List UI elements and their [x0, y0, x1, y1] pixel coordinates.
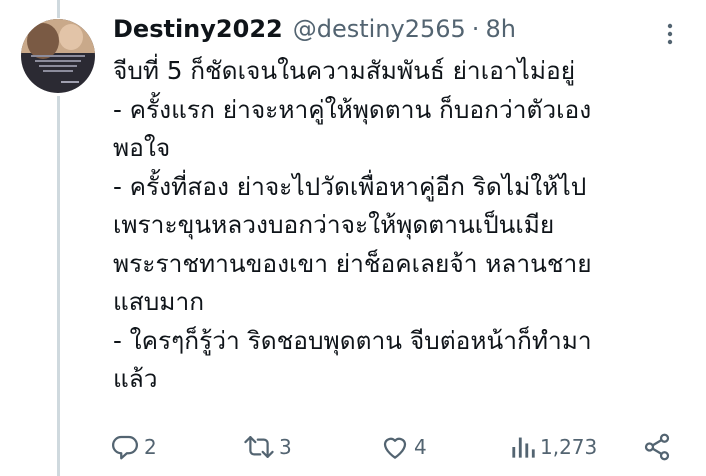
- reply-icon: [110, 432, 140, 462]
- tweet-text-line: พอใจ: [113, 133, 171, 162]
- more-vertical-icon: [667, 23, 673, 49]
- user-handle[interactable]: @destiny2565: [293, 15, 466, 43]
- like-button[interactable]: 4: [380, 430, 427, 464]
- like-count: 4: [414, 435, 427, 459]
- more-options-button[interactable]: [656, 22, 684, 50]
- tweet-actions: 2 3 4 1,273: [110, 430, 700, 464]
- tweet-text: จีบที่ 5 ก็ชัดเจนในความสัมพันธ์ ย่าเอาไม…: [113, 52, 693, 399]
- views-icon: [510, 432, 536, 462]
- tweet-text-line: แล้ว: [113, 364, 158, 393]
- tweet-time[interactable]: 8h: [485, 15, 515, 43]
- share-icon: [642, 432, 672, 462]
- tweet-text-line: - ครั้งที่สอง ย่าจะไปวัดเพื่อหาคู่อีก ริ…: [113, 171, 587, 201]
- reply-count: 2: [144, 435, 157, 459]
- thread-line-bottom: [57, 96, 60, 476]
- tweet-header: Destiny2022 @destiny2565 · 8h: [113, 15, 516, 51]
- share-button[interactable]: [642, 430, 672, 464]
- tweet-text-line: จีบที่ 5 ก็ชัดเจนในความสัมพันธ์ ย่าเอาไม…: [113, 56, 576, 85]
- tweet-text-line: - ครั้งแรก ย่าจะหาคู่ให้พุดตาน ก็บอกว่าต…: [113, 94, 592, 124]
- retweet-button[interactable]: 3: [243, 430, 292, 464]
- avatar[interactable]: [21, 19, 95, 93]
- retweet-icon: [243, 432, 275, 462]
- tweet-text-line: - ใครๆก็รู้ว่า ริดชอบพุดตาน จีบต่อหน้าก็…: [113, 325, 592, 355]
- tweet-text-line: เพราะขุนหลวงบอกว่าจะให้พุดตานเป็นเมีย: [113, 210, 555, 239]
- tweet-text-line: พระราชทานของเขา ย่าช็อคเลยจ้า หลานชาย: [113, 248, 592, 278]
- tweet-text-line: แสบมาก: [113, 287, 205, 316]
- views-count: 1,273: [540, 435, 598, 459]
- separator-dot: ·: [471, 15, 480, 43]
- reply-button[interactable]: 2: [110, 430, 157, 464]
- views-button[interactable]: 1,273: [510, 430, 597, 464]
- retweet-count: 3: [279, 435, 292, 459]
- display-name[interactable]: Destiny2022: [113, 15, 283, 43]
- heart-icon: [380, 432, 410, 462]
- thread-line-top: [57, 0, 60, 18]
